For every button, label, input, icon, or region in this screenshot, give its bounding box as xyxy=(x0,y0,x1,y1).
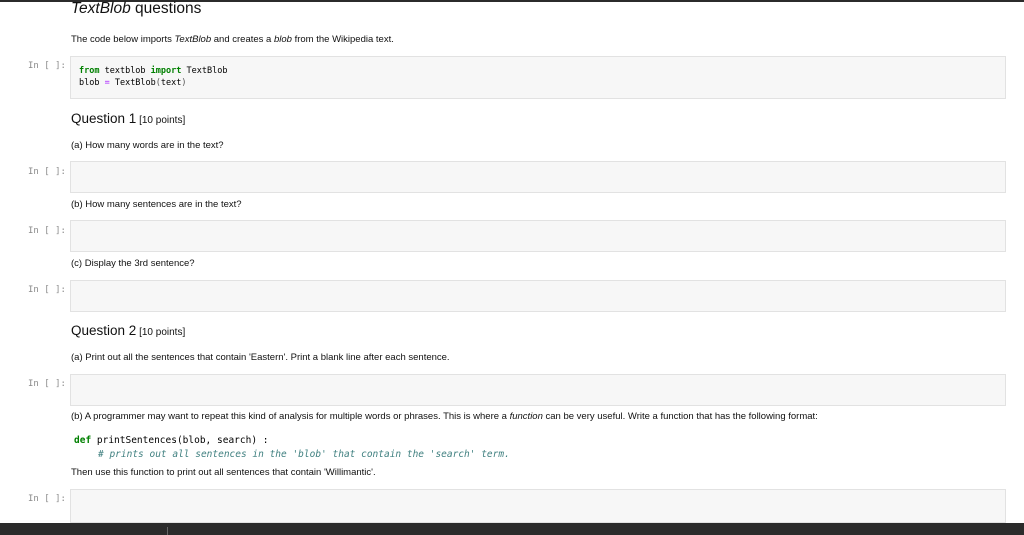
var-blob: blob xyxy=(79,78,105,88)
bottom-bar-divider xyxy=(167,527,168,535)
code-cell-q2b[interactable] xyxy=(70,489,1006,523)
cell-prompt: In [ ]: xyxy=(28,167,66,177)
question-2b-post: can be very useful. Write a function tha… xyxy=(542,411,818,422)
arg-text: text xyxy=(160,78,182,88)
question-1-title: Question 1 xyxy=(71,111,137,126)
intro-mid: and creates a xyxy=(211,34,274,45)
keyword-def: def xyxy=(74,435,92,446)
keyword-import: import xyxy=(150,66,182,76)
code-cell-q1a[interactable] xyxy=(70,161,1006,193)
question-2-title: Question 2 xyxy=(71,323,137,338)
title-rest: questions xyxy=(130,0,202,17)
code-cell-q2a[interactable] xyxy=(70,374,1006,406)
def-comment: # prints out all sentences in the 'blob'… xyxy=(98,449,510,460)
intro-pre: The code below imports xyxy=(71,34,175,45)
title-italic: TextBlob xyxy=(71,0,131,17)
question-2b-then-text: Then use this function to print out all … xyxy=(71,467,376,478)
cell-prompt: In [ ]: xyxy=(28,494,66,504)
cell-prompt: In [ ]: xyxy=(28,285,66,295)
question-2a-text: (a) Print out all the sentences that con… xyxy=(71,352,450,363)
intro-italic-textblob: TextBlob xyxy=(174,34,212,45)
intro-text: The code below imports TextBlob and crea… xyxy=(71,34,394,45)
question-2b-italic-function: function xyxy=(509,411,543,422)
module-name: textblob xyxy=(99,66,151,76)
question-2-points: [10 points] xyxy=(136,327,186,338)
question-1b-text: (b) How many sentences are in the text? xyxy=(71,199,242,210)
question-2b-pre: (b) A programmer may want to repeat this… xyxy=(71,411,510,422)
cell-prompt: In [ ]: xyxy=(28,379,66,389)
cell-prompt: In [ ]: xyxy=(28,226,66,236)
question-1c-text: (c) Display the 3rd sentence? xyxy=(71,258,195,269)
intro-post: from the Wikipedia text. xyxy=(291,34,394,45)
code-cell-q1b[interactable] xyxy=(70,220,1006,252)
question-1a-text: (a) How many words are in the text? xyxy=(71,140,224,151)
code-cell-import[interactable]: from textblob import TextBlob blob = Tex… xyxy=(70,56,1006,99)
def-signature: def printSentences(blob, search) : xyxy=(74,435,268,446)
question-2-heading: Question 2 [10 points] xyxy=(71,323,185,338)
notebook-title: TextBlob questions xyxy=(71,0,201,18)
function-signature: printSentences(blob, search) : xyxy=(91,435,269,446)
call-textblob: TextBlob xyxy=(109,78,156,88)
code-cell-q1c[interactable] xyxy=(70,280,1006,312)
code-line-assign: blob = TextBlob(text) xyxy=(79,78,187,88)
question-2b-text: (b) A programmer may want to repeat this… xyxy=(71,411,818,422)
keyword-from: from xyxy=(79,66,100,76)
window-bottom-bar xyxy=(0,523,1024,535)
intro-italic-blob: blob xyxy=(273,34,292,45)
paren-close: ) xyxy=(181,78,187,88)
question-1-points: [10 points] xyxy=(136,115,186,126)
code-line-import: from textblob import TextBlob xyxy=(79,66,227,76)
question-1-heading: Question 1 [10 points] xyxy=(71,111,185,126)
import-name: TextBlob xyxy=(181,66,228,76)
cell-prompt: In [ ]: xyxy=(28,61,66,71)
